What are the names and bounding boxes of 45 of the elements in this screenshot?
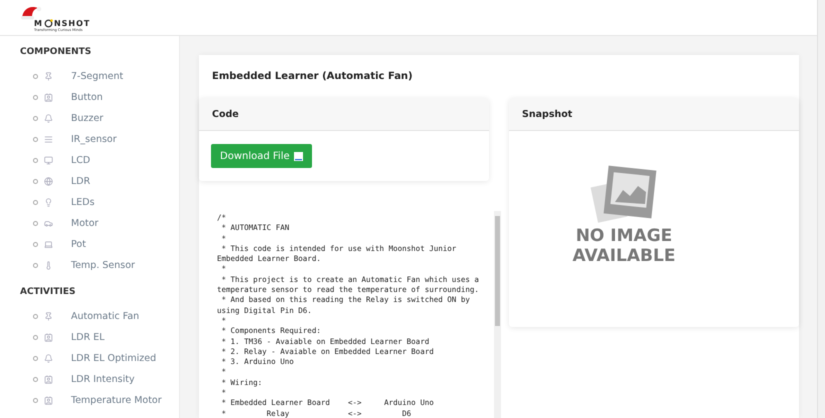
badge-icon xyxy=(44,396,53,405)
sidebar-item[interactable]: IR_sensor xyxy=(20,129,179,150)
sidebar-item[interactable]: LDR xyxy=(20,171,179,192)
sidebar-item[interactable]: Motor xyxy=(20,213,179,234)
sidebar-item[interactable]: LDR EL xyxy=(20,327,179,348)
sidebar-item[interactable]: Pot xyxy=(20,234,179,255)
logo-text: M xyxy=(34,18,43,28)
menu-icon xyxy=(44,135,53,144)
sidebar-item[interactable]: Buzzer xyxy=(20,108,179,129)
card-title: Snapshot xyxy=(509,98,799,131)
laptop-icon xyxy=(44,240,53,249)
placeholder-text: NO IMAGE xyxy=(576,226,672,246)
page-title: Embedded Learner (Automatic Fan) xyxy=(211,70,414,84)
pin-icon xyxy=(44,312,53,321)
thermometer-icon xyxy=(44,261,53,270)
section-heading: ACTIVITIES xyxy=(20,286,76,299)
page-scrollbar[interactable] xyxy=(817,0,825,418)
sidebar-item[interactable]: Button xyxy=(20,87,179,108)
card-title: Code xyxy=(199,98,489,131)
sidebar-item[interactable]: LDR Intensity xyxy=(20,369,179,390)
scrollbar[interactable] xyxy=(494,211,501,418)
santa-hat-icon xyxy=(20,4,42,20)
orbit-icon xyxy=(44,18,53,28)
download-button[interactable]: Download File xyxy=(211,144,312,168)
badge-icon xyxy=(44,333,53,342)
placeholder-text: AVAILABLE xyxy=(572,246,676,266)
logo-text: NSHOT xyxy=(54,18,90,28)
sidebar-item[interactable]: Automatic Fan xyxy=(20,306,179,327)
file-icon xyxy=(294,152,303,160)
badge-icon xyxy=(44,375,53,384)
monitor-icon xyxy=(44,156,53,165)
section-heading: COMPONENTS xyxy=(20,46,92,59)
car-icon xyxy=(44,219,53,228)
bell-icon xyxy=(44,354,53,363)
lightbulb-icon xyxy=(44,198,53,207)
globe-icon xyxy=(44,177,53,186)
bell-icon xyxy=(44,114,53,123)
sidebar-item[interactable]: LCD xyxy=(20,150,179,171)
sidebar-item[interactable]: Temperature Motor xyxy=(20,390,179,411)
badge-icon xyxy=(44,93,53,102)
sidebar-item[interactable]: LEDs xyxy=(20,192,179,213)
pin-icon xyxy=(44,72,53,81)
sidebar-item[interactable]: 7-Segment xyxy=(20,66,179,87)
sidebar-item[interactable]: LDR EL Optimized xyxy=(20,348,179,369)
sidebar-item[interactable]: Temp. Sensor xyxy=(20,255,179,276)
